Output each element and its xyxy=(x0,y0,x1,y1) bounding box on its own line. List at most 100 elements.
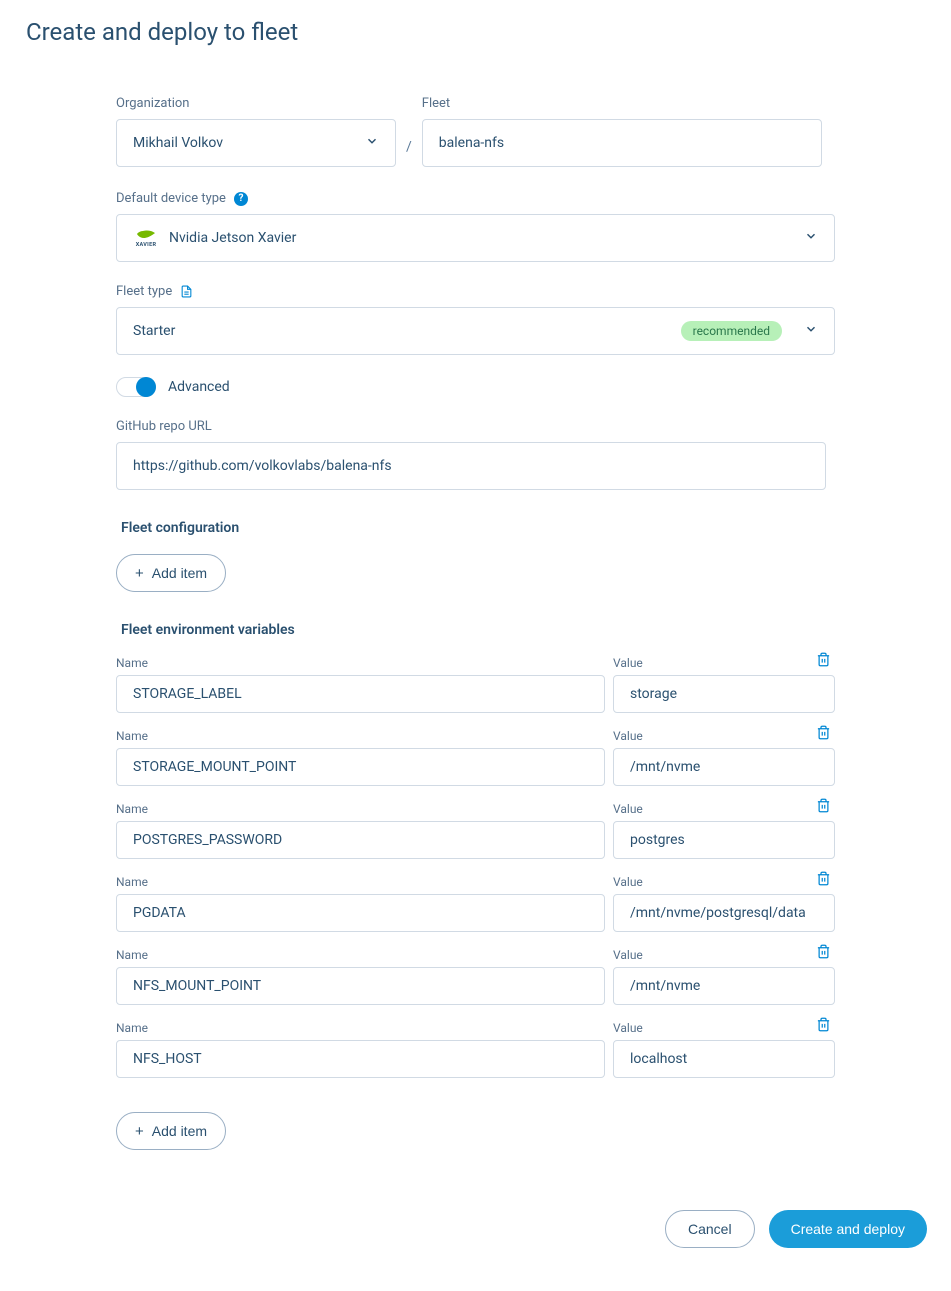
delete-row-button[interactable] xyxy=(808,1017,838,1055)
plus-icon: + xyxy=(135,565,144,582)
env-name-input-el[interactable] xyxy=(133,748,588,786)
fleet-name-input-el[interactable] xyxy=(439,135,805,151)
nvidia-icon: XAVIER xyxy=(133,227,159,249)
add-item-label: Add item xyxy=(152,565,207,581)
env-value-input[interactable] xyxy=(613,967,835,1005)
chevron-down-icon xyxy=(804,229,818,247)
env-value-col: Value xyxy=(613,1021,835,1078)
env-var-list: NameValueNameValueNameValueNameValueName… xyxy=(116,656,835,1078)
env-value-col: Value xyxy=(613,875,835,932)
trash-icon xyxy=(816,1017,831,1032)
github-url-label: GitHub repo URL xyxy=(116,419,826,434)
env-var-row: Name Value xyxy=(116,802,835,859)
plus-icon: + xyxy=(135,1123,144,1140)
env-value-input-el[interactable] xyxy=(630,967,818,1005)
add-env-item-button[interactable]: + Add item xyxy=(116,1112,226,1150)
fleet-label: Fleet xyxy=(422,96,822,111)
cancel-button[interactable]: Cancel xyxy=(665,1210,755,1248)
env-value-input-el[interactable] xyxy=(630,821,818,859)
toggle-knob xyxy=(136,377,156,397)
env-name-input-el[interactable] xyxy=(133,967,588,1005)
github-url-input[interactable] xyxy=(133,458,809,474)
organization-select[interactable]: Mikhail Volkov xyxy=(116,119,396,167)
env-name-label: Name xyxy=(116,875,605,889)
env-value-input-el[interactable] xyxy=(630,894,818,932)
device-type-field: Default device type ? XAVIER Nvidia Jets… xyxy=(116,191,835,262)
env-name-label: Name xyxy=(116,656,605,670)
fleet-type-select[interactable]: Starter recommended xyxy=(116,307,835,355)
env-name-col: Name xyxy=(116,729,605,786)
advanced-toggle[interactable] xyxy=(116,377,156,397)
fleet-type-field: Fleet type Starter recommended xyxy=(116,284,835,355)
env-name-input[interactable] xyxy=(116,821,605,859)
env-var-row: Name Value xyxy=(116,1021,835,1078)
env-name-input[interactable] xyxy=(116,894,605,932)
env-name-col: Name xyxy=(116,948,605,1005)
env-value-input[interactable] xyxy=(613,748,835,786)
env-name-label: Name xyxy=(116,802,605,816)
delete-row-button[interactable] xyxy=(808,652,838,690)
env-value-input-el[interactable] xyxy=(630,748,818,786)
env-value-input[interactable] xyxy=(613,1040,835,1078)
chevron-down-icon xyxy=(804,322,818,340)
env-name-input[interactable] xyxy=(116,967,605,1005)
github-url-field: GitHub repo URL xyxy=(116,419,826,490)
device-type-select[interactable]: XAVIER Nvidia Jetson Xavier xyxy=(116,214,835,262)
device-type-value: Nvidia Jetson Xavier xyxy=(169,230,296,246)
env-value-input-el[interactable] xyxy=(630,1040,818,1078)
env-value-col: Value xyxy=(613,729,835,786)
create-deploy-button[interactable]: Create and deploy xyxy=(769,1210,927,1248)
env-value-input[interactable] xyxy=(613,894,835,932)
delete-row-button[interactable] xyxy=(808,725,838,763)
help-icon[interactable]: ? xyxy=(234,192,248,206)
env-name-label: Name xyxy=(116,948,605,962)
fleet-type-label: Fleet type xyxy=(116,284,172,299)
org-fleet-row: Organization Mikhail Volkov / Fleet xyxy=(116,96,835,167)
advanced-label: Advanced xyxy=(168,379,230,395)
fleet-env-title: Fleet environment variables xyxy=(121,622,835,638)
organization-value: Mikhail Volkov xyxy=(133,135,223,151)
chevron-down-icon xyxy=(365,134,379,152)
env-value-label: Value xyxy=(613,875,835,889)
env-value-input-el[interactable] xyxy=(630,675,818,713)
add-config-item-button[interactable]: + Add item xyxy=(116,554,226,592)
recommended-badge: recommended xyxy=(681,321,782,341)
footer-buttons: Cancel Create and deploy xyxy=(0,1170,951,1270)
env-name-input[interactable] xyxy=(116,1040,605,1078)
env-var-row: Name Value xyxy=(116,875,835,932)
add-item-label: Add item xyxy=(152,1123,207,1139)
fleet-name-field: Fleet xyxy=(422,96,822,167)
env-var-row: Name Value xyxy=(116,948,835,1005)
env-value-label: Value xyxy=(613,948,835,962)
env-value-label: Value xyxy=(613,1021,835,1035)
env-value-col: Value xyxy=(613,656,835,713)
device-logo-text: XAVIER xyxy=(136,242,157,248)
env-name-col: Name xyxy=(116,1021,605,1078)
env-value-col: Value xyxy=(613,802,835,859)
github-url-input-wrap[interactable] xyxy=(116,442,826,490)
env-name-input[interactable] xyxy=(116,675,605,713)
env-value-label: Value xyxy=(613,729,835,743)
trash-icon xyxy=(816,944,831,959)
document-icon[interactable] xyxy=(180,284,193,299)
delete-row-button[interactable] xyxy=(808,871,838,909)
env-value-input[interactable] xyxy=(613,821,835,859)
trash-icon xyxy=(816,871,831,886)
device-type-label: Default device type xyxy=(116,191,226,206)
env-value-input[interactable] xyxy=(613,675,835,713)
env-name-input-el[interactable] xyxy=(133,894,588,932)
env-var-row: Name Value xyxy=(116,656,835,713)
env-name-input-el[interactable] xyxy=(133,675,588,713)
env-name-label: Name xyxy=(116,729,605,743)
env-value-col: Value xyxy=(613,948,835,1005)
fleet-name-input[interactable] xyxy=(422,119,822,167)
env-name-input[interactable] xyxy=(116,748,605,786)
env-name-col: Name xyxy=(116,802,605,859)
env-name-input-el[interactable] xyxy=(133,1040,588,1078)
env-name-col: Name xyxy=(116,656,605,713)
delete-row-button[interactable] xyxy=(808,944,838,982)
delete-row-button[interactable] xyxy=(808,798,838,836)
env-var-row: Name Value xyxy=(116,729,835,786)
env-name-input-el[interactable] xyxy=(133,821,588,859)
fleet-type-value: Starter xyxy=(133,323,681,339)
